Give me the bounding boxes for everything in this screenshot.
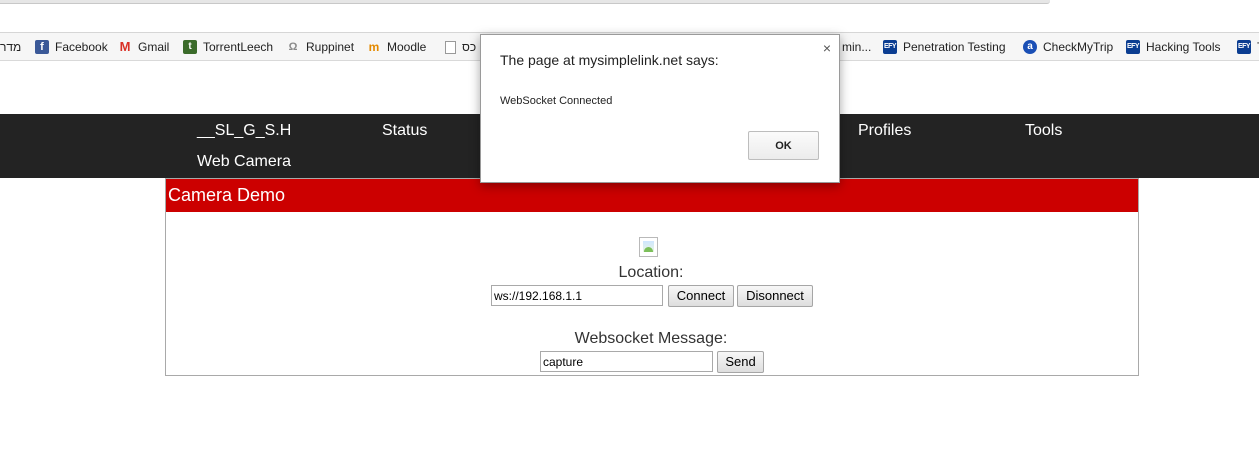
browser-window: מדר f Facebook M Gmail t TorrentLeech Ω … <box>0 0 1259 458</box>
location-label: Location: <box>618 264 684 281</box>
checkmytrip-icon: a <box>1023 40 1037 54</box>
bookmark-label: Moodle <box>387 40 427 54</box>
bookmark-label: CheckMyTrip <box>1043 40 1114 54</box>
bookmark-item-penetration-testing[interactable]: EFY Penetration Testing <box>883 33 1006 61</box>
dialog-message: WebSocket Connected <box>500 95 613 107</box>
bookmark-label: Ruppinet <box>306 40 355 54</box>
bookmark-item-moodle[interactable]: m Moodle <box>367 33 427 61</box>
bookmark-label: Hacking Tools <box>1146 40 1221 54</box>
nav-item-tools[interactable]: Tools <box>1025 121 1062 141</box>
bookmark-item-truncated[interactable]: EFY T <box>1237 33 1259 61</box>
bookmark-item-torrentleech[interactable]: t TorrentLeech <box>183 33 273 61</box>
ruppinet-icon: Ω <box>288 41 298 53</box>
moodle-icon: m <box>368 40 380 54</box>
bookmark-item-hacking-tools[interactable]: EFY Hacking Tools <box>1126 33 1220 61</box>
horizontal-scrollbar[interactable] <box>0 0 1050 4</box>
ok-button[interactable]: OK <box>748 131 819 160</box>
efy-icon: EFY <box>1237 40 1251 54</box>
bookmark-label: מדר <box>0 40 22 54</box>
facebook-icon: f <box>35 40 49 54</box>
bookmark-label: TorrentLeech <box>203 40 274 54</box>
nav-item-sl-gsh[interactable]: __SL_G_S.H <box>197 121 291 141</box>
nav-item-status[interactable]: Status <box>382 121 427 141</box>
bookmark-item-checkmytrip[interactable]: a CheckMyTrip <box>1023 33 1113 61</box>
alert-dialog: × The page at mysimplelink.net says: Web… <box>480 34 840 183</box>
websocket-message-label: Websocket Message: <box>574 330 728 347</box>
disconnect-button[interactable]: Disonnect <box>737 285 813 307</box>
bookmark-item-facebook[interactable]: f Facebook <box>35 33 108 61</box>
torrentleech-icon: t <box>183 40 197 54</box>
bookmark-item-admin[interactable]: min... <box>842 33 871 61</box>
bookmark-item-document[interactable]: כס <box>445 33 476 61</box>
close-icon[interactable]: × <box>823 41 831 55</box>
bookmark-label: Facebook <box>55 40 108 54</box>
bookmark-label: כס <box>462 40 477 54</box>
dialog-title: The page at mysimplelink.net says: <box>500 52 719 68</box>
gmail-icon: M <box>119 39 131 54</box>
efy-icon: EFY <box>1126 40 1140 54</box>
bookmark-label: Penetration Testing <box>903 40 1006 54</box>
camera-demo-panel: Camera Demo Location: Connect Disonnect … <box>165 178 1139 376</box>
bookmark-item-hebrew[interactable]: מדר <box>0 33 21 61</box>
websocket-message-input[interactable] <box>540 351 713 372</box>
browser-chrome-top <box>0 0 1259 33</box>
bookmark-label: min... <box>842 40 872 54</box>
document-icon <box>445 40 456 54</box>
nav-item-profiles[interactable]: Profiles <box>858 121 911 141</box>
efy-icon: EFY <box>883 40 897 54</box>
nav-item-web-camera[interactable]: Web Camera <box>197 152 291 172</box>
broken-image-icon <box>639 237 658 257</box>
location-input[interactable] <box>491 285 663 306</box>
bookmark-item-ruppinet[interactable]: Ω Ruppinet <box>286 33 354 61</box>
bookmark-item-gmail[interactable]: M Gmail <box>118 33 170 61</box>
panel-title: Camera Demo <box>166 179 1138 212</box>
send-button[interactable]: Send <box>717 351 764 373</box>
connect-button[interactable]: Connect <box>668 285 734 307</box>
bookmark-label: Gmail <box>138 40 170 54</box>
